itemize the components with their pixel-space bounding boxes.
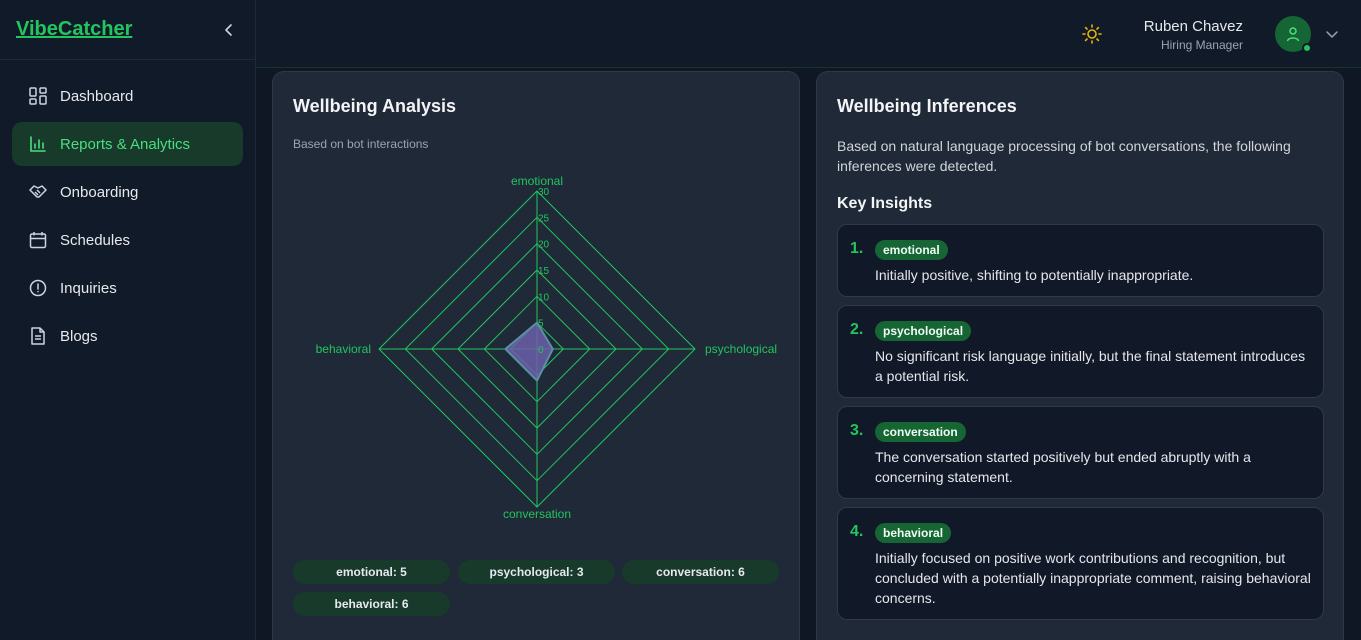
sidebar-item-inquiries[interactable]: Inquiries xyxy=(12,266,243,310)
user-icon xyxy=(1286,27,1300,42)
sidebar-item-blogs[interactable]: Blogs xyxy=(12,314,243,358)
online-status-dot xyxy=(1302,43,1312,53)
top-header: Ruben Chavez Hiring Manager xyxy=(256,0,1361,68)
radar-tick-label: 0 xyxy=(538,345,544,356)
score-pill: behavioral: 6 xyxy=(293,592,450,616)
insight-tag: psychological xyxy=(875,321,972,341)
brand-row: VibeCatcher xyxy=(0,0,255,60)
radar-axis-label: psychological xyxy=(705,342,777,356)
insight-number: 2. xyxy=(850,321,864,338)
insight-text: Initially focused on positive work contr… xyxy=(875,550,1311,606)
wellbeing-analysis-card: Wellbeing Analysis Based on bot interact… xyxy=(272,71,800,640)
score-pill: psychological: 3 xyxy=(458,560,615,584)
inferences-intro: Based on natural language processing of … xyxy=(837,138,1291,174)
bar-chart-icon xyxy=(28,134,48,154)
insight-tag: behavioral xyxy=(875,523,952,543)
insight-card: 3. conversation The conversation started… xyxy=(837,406,1324,499)
analysis-subtitle: Based on bot interactions xyxy=(293,137,429,151)
sidebar-item-reports[interactable]: Reports & Analytics xyxy=(12,122,243,166)
document-icon xyxy=(28,326,48,346)
sidebar: VibeCatcher Dashboard Reports & Analytic… xyxy=(0,0,256,640)
user-name: Ruben Chavez xyxy=(1143,18,1243,35)
sidebar-item-label: Blogs xyxy=(60,327,98,345)
sidebar-item-dashboard[interactable]: Dashboard xyxy=(12,74,243,118)
insight-tag: conversation xyxy=(875,422,966,442)
avatar[interactable] xyxy=(1275,16,1312,53)
insight-card: 4. behavioral Initially focused on posit… xyxy=(837,507,1324,620)
score-pill: emotional: 5 xyxy=(293,560,450,584)
radar-axis-label: conversation xyxy=(503,507,571,521)
handshake-icon xyxy=(28,182,48,202)
radar-tick-label: 30 xyxy=(538,187,550,198)
insight-text: No significant risk language initially, … xyxy=(875,348,1306,384)
insight-text: Initially positive, shifting to potentia… xyxy=(875,267,1194,283)
theme-toggle-button[interactable] xyxy=(1082,24,1102,44)
score-pill: conversation: 6 xyxy=(622,560,779,584)
sidebar-nav: Dashboard Reports & Analytics Onboarding… xyxy=(0,60,255,358)
sidebar-item-label: Inquiries xyxy=(60,279,117,297)
insight-number: 1. xyxy=(850,240,864,257)
sidebar-item-label: Onboarding xyxy=(60,183,139,201)
wellbeing-inferences-card: Wellbeing Inferences Based on natural la… xyxy=(816,71,1344,640)
sidebar-item-label: Reports & Analytics xyxy=(60,135,191,153)
user-role: Hiring Manager xyxy=(1160,38,1243,52)
radar-tick-label: 20 xyxy=(538,240,550,251)
sidebar-item-schedules[interactable]: Schedules xyxy=(12,218,243,262)
sun-icon xyxy=(1082,24,1102,44)
insight-text: The conversation started positively but … xyxy=(875,449,1251,485)
chevron-down-icon xyxy=(1326,31,1338,38)
insight-card: 2. psychological No significant risk lan… xyxy=(837,305,1324,398)
sidebar-item-label: Schedules xyxy=(60,231,131,249)
brand-logo[interactable]: VibeCatcher xyxy=(16,18,132,41)
radar-axis-label: emotional xyxy=(511,174,563,188)
insight-tag: emotional xyxy=(875,240,948,260)
radar-tick-label: 25 xyxy=(538,213,550,224)
radar-tick-label: 5 xyxy=(538,319,544,330)
radar-axis-label: behavioral xyxy=(316,342,371,356)
insight-number: 4. xyxy=(850,523,864,540)
collapse-sidebar-button[interactable] xyxy=(219,20,239,40)
sidebar-item-label: Dashboard xyxy=(60,87,134,105)
user-menu-toggle[interactable] xyxy=(1324,26,1340,42)
insight-card: 1. emotional Initially positive, shiftin… xyxy=(837,224,1324,297)
chevron-left-icon xyxy=(225,23,232,36)
sidebar-item-onboarding[interactable]: Onboarding xyxy=(12,170,243,214)
insight-number: 3. xyxy=(850,422,864,439)
radar-chart: 0 5 10 15 20 25 30emotional psychological conver… xyxy=(316,174,777,521)
key-insights-title: Key Insights xyxy=(837,195,933,212)
analysis-title: Wellbeing Analysis xyxy=(293,96,457,116)
inferences-title: Wellbeing Inferences xyxy=(837,96,1017,116)
radar-tick-label: 10 xyxy=(538,292,550,303)
alert-circle-icon xyxy=(28,278,48,298)
radar-tick-label: 15 xyxy=(538,266,550,277)
dashboard-icon xyxy=(28,86,48,106)
calendar-icon xyxy=(28,230,48,250)
